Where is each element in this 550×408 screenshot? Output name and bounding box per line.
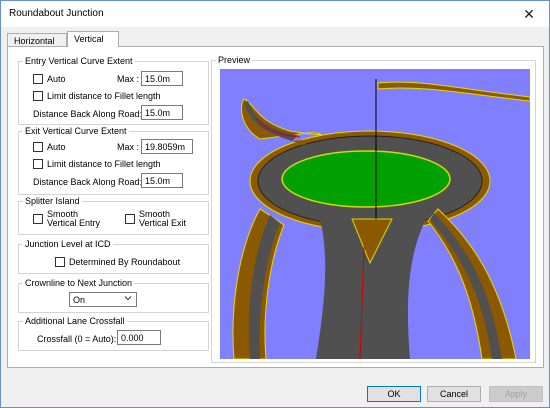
lane-crossfall-group: Additional Lane Crossfall Crossfall (0 =… bbox=[18, 316, 209, 351]
ok-button[interactable]: OK bbox=[367, 386, 421, 402]
smooth-entry-checkbox[interactable] bbox=[33, 214, 43, 224]
crossfall-group-label: Additional Lane Crossfall bbox=[23, 316, 127, 326]
entry-distance-label: Distance Back Along Road: bbox=[33, 109, 143, 119]
crownline-group-label: Crownline to Next Junction bbox=[23, 278, 135, 288]
preview-label: Preview bbox=[216, 55, 253, 65]
entry-group-label: Entry Vertical Curve Extent bbox=[23, 56, 135, 66]
splitter-island-group: Splitter Island Smooth Vertical Entry Sm… bbox=[18, 196, 209, 235]
exit-group-label: Exit Vertical Curve Extent bbox=[23, 126, 129, 136]
tab-horizontal[interactable]: Horizontal bbox=[7, 33, 67, 46]
exit-auto-checkbox[interactable] bbox=[33, 142, 43, 152]
smooth-exit-checkbox[interactable] bbox=[125, 214, 135, 224]
crownline-select[interactable]: On bbox=[69, 292, 137, 307]
tab-vertical[interactable]: Vertical bbox=[67, 31, 119, 47]
cancel-button[interactable]: Cancel bbox=[427, 386, 481, 402]
exit-max-label: Max : bbox=[117, 142, 140, 152]
apply-button[interactable]: Apply bbox=[489, 386, 543, 402]
dialog-window: Roundabout Junction ✕ Horizontal Vertica… bbox=[0, 0, 550, 408]
determined-by-roundabout-checkbox[interactable] bbox=[55, 257, 65, 267]
upper-right-road-edge bbox=[377, 81, 530, 102]
exit-limit-label: Limit distance to Fillet length bbox=[47, 159, 161, 169]
exit-distance-label: Distance Back Along Road: bbox=[33, 177, 143, 187]
entry-distance-input[interactable]: 15.0m bbox=[141, 105, 183, 120]
exit-distance-input[interactable]: 15.0m bbox=[141, 173, 183, 188]
roundabout-preview-drawing bbox=[232, 79, 530, 359]
entry-limit-checkbox[interactable] bbox=[33, 91, 43, 101]
entry-vertical-curve-group: Entry Vertical Curve Extent Auto Max : 1… bbox=[18, 56, 209, 125]
crossfall-label: Crossfall (0 = Auto): bbox=[37, 334, 117, 344]
exit-limit-checkbox[interactable] bbox=[33, 159, 43, 169]
splitter-group-label: Splitter Island bbox=[23, 196, 82, 206]
preview-canvas bbox=[220, 69, 530, 359]
entry-auto-checkbox[interactable] bbox=[33, 74, 43, 84]
entry-auto-label: Auto bbox=[47, 74, 66, 84]
crossfall-input[interactable]: 0.000 bbox=[117, 330, 161, 345]
exit-auto-label: Auto bbox=[47, 142, 66, 152]
exit-max-input[interactable]: 19.8059m bbox=[141, 139, 193, 154]
entry-max-input[interactable]: 15.0m bbox=[141, 71, 183, 86]
close-button[interactable]: ✕ bbox=[515, 4, 543, 24]
smooth-entry-label-line2: Vertical Entry bbox=[47, 218, 101, 228]
smooth-entry-label: Smooth Vertical Entry bbox=[47, 210, 100, 228]
entry-limit-label: Limit distance to Fillet length bbox=[47, 91, 161, 101]
exit-vertical-curve-group: Exit Vertical Curve Extent Auto Max : 19… bbox=[18, 126, 209, 195]
determined-by-roundabout-label: Determined By Roundabout bbox=[69, 257, 181, 267]
preview-group: Preview bbox=[211, 55, 536, 363]
smooth-exit-label: Smooth Vertical Exit bbox=[139, 210, 186, 228]
junction-level-group: Junction Level at ICD Determined By Roun… bbox=[18, 239, 209, 274]
vertical-tab-panel: Entry Vertical Curve Extent Auto Max : 1… bbox=[7, 46, 544, 368]
window-title: Roundabout Junction bbox=[9, 8, 104, 19]
crownline-group: Crownline to Next Junction On bbox=[18, 278, 209, 313]
entry-max-label: Max : bbox=[117, 74, 140, 84]
junction-level-group-label: Junction Level at ICD bbox=[23, 239, 113, 249]
crownline-selected-value: On bbox=[73, 295, 86, 305]
central-island bbox=[281, 150, 451, 208]
title-bar: Roundabout Junction ✕ bbox=[1, 1, 549, 27]
chevron-down-icon bbox=[124, 294, 132, 304]
smooth-exit-label-line2: Vertical Exit bbox=[139, 218, 187, 228]
